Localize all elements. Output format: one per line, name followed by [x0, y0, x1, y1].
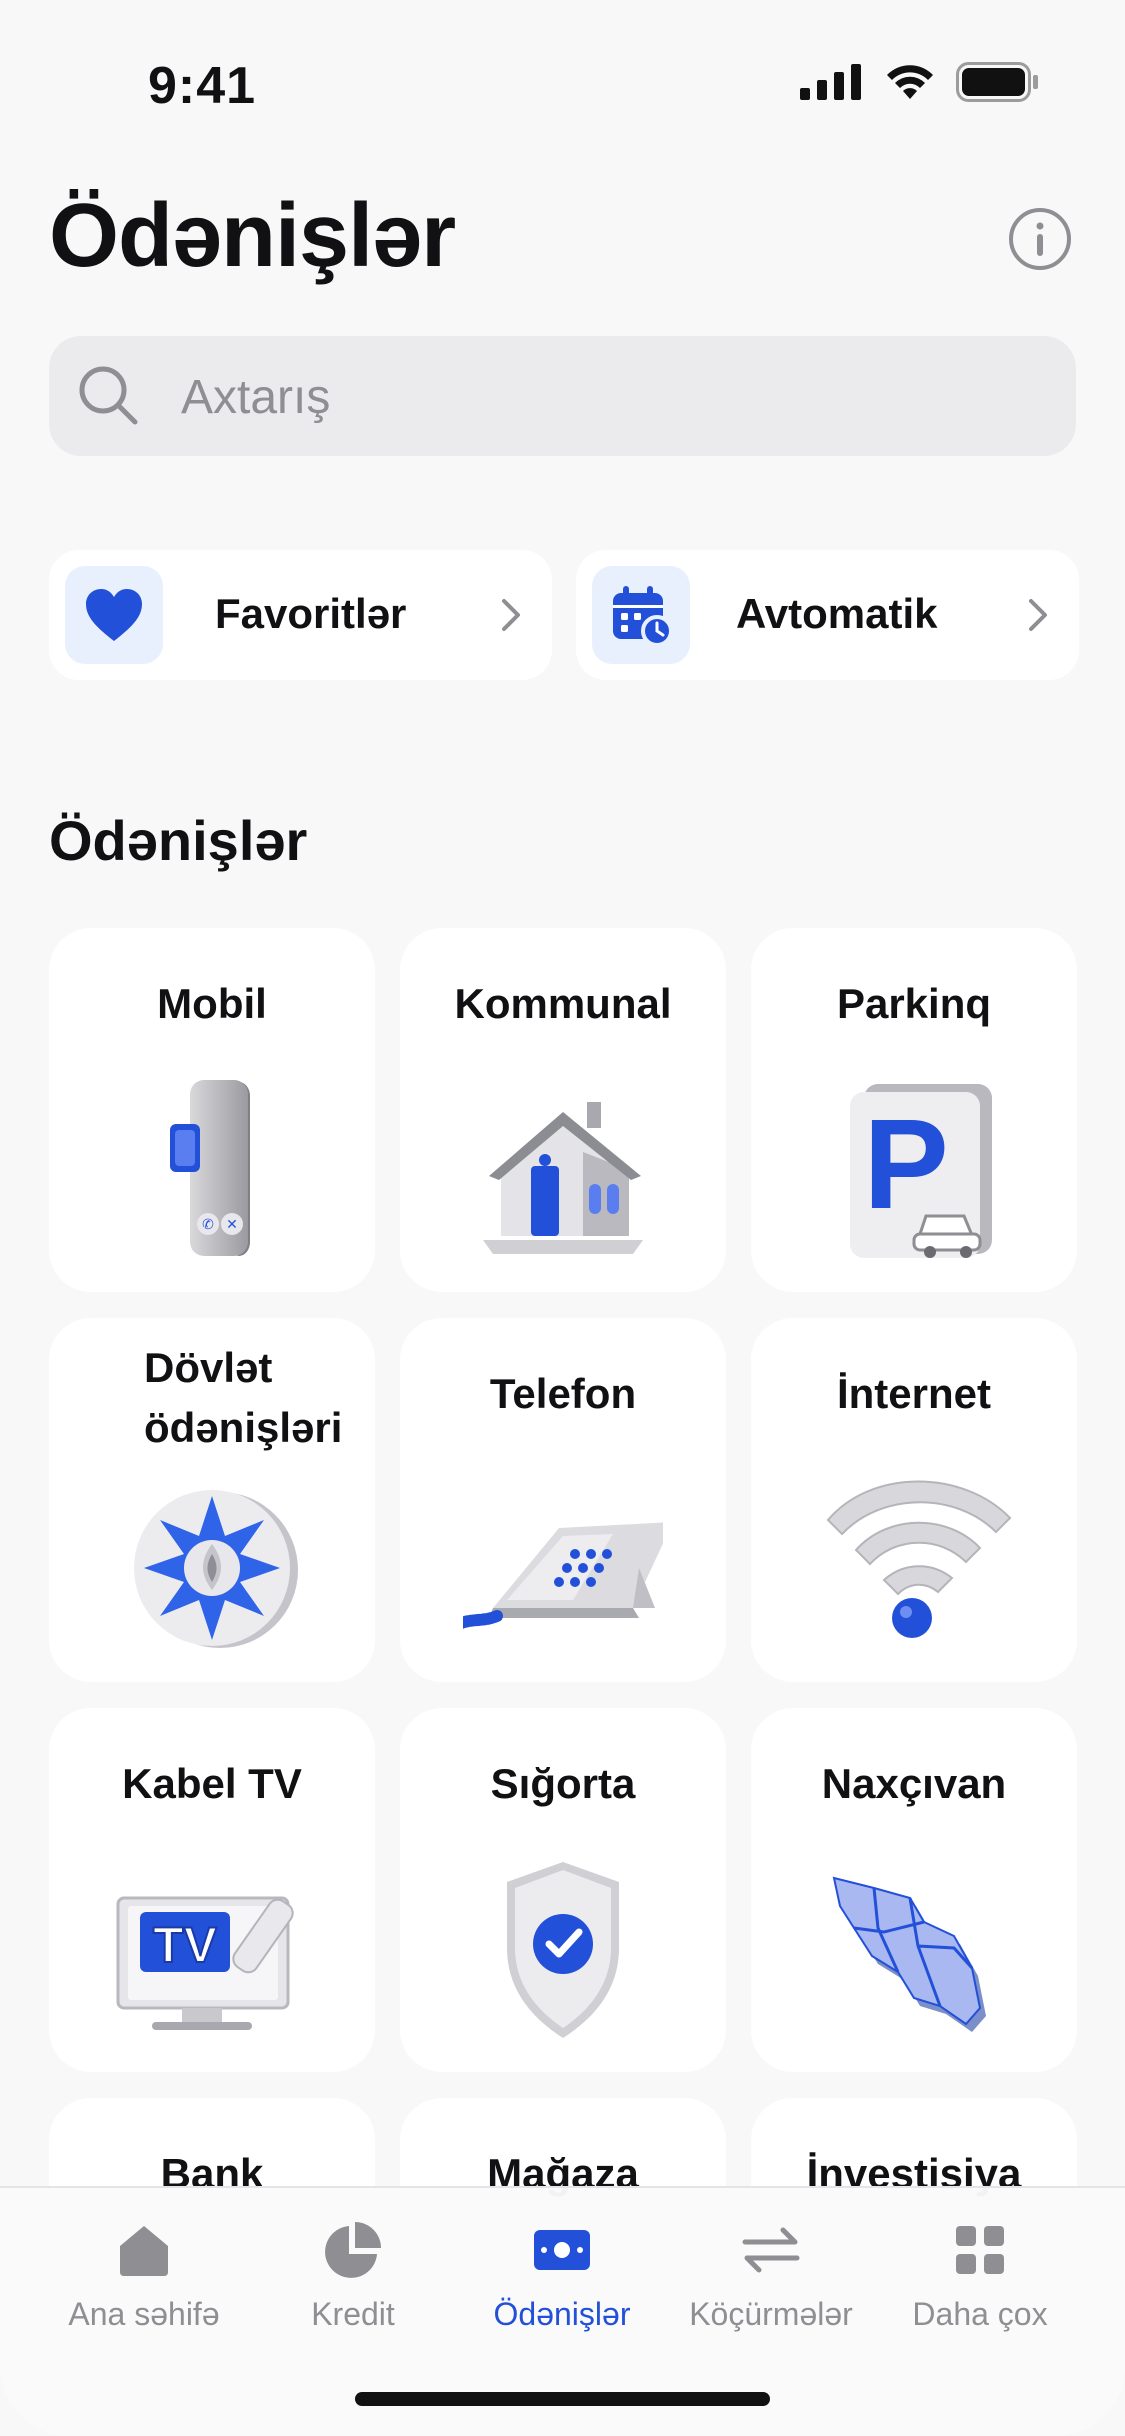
desk-phone-icon: [463, 1522, 663, 1629]
chevron-right-icon: [1029, 599, 1047, 631]
category-tile-internet[interactable]: İnternet: [751, 1318, 1077, 1682]
category-label: İnternet: [836, 1370, 991, 1417]
tab-label: Köçürmələr: [689, 2296, 853, 2332]
svg-text:✕: ✕: [226, 1216, 238, 1232]
category-tile-kabel-tv[interactable]: Kabel TV TV: [49, 1708, 375, 2072]
page-title: Ödənişlər: [49, 186, 456, 286]
wifi-status-icon: [887, 65, 933, 99]
automatic-card[interactable]: Avtomatik: [576, 550, 1079, 680]
category-tile-mobil[interactable]: Mobil ✆ ✕: [49, 928, 375, 1292]
favorites-label: Favoritlər: [215, 590, 407, 637]
category-label: Telefon: [489, 1370, 637, 1417]
category-tile-parkinq[interactable]: Parkinq P: [751, 928, 1077, 1292]
tab-kocurmeler[interactable]: Köçürmələr: [666, 2218, 876, 2348]
category-tile-naxcivan[interactable]: Naxçıvan: [751, 1708, 1077, 2072]
category-label: Parkinq: [836, 980, 992, 1027]
wifi-icon: [826, 1480, 1012, 1638]
tab-odenisler[interactable]: Ödənişlər: [457, 2218, 667, 2348]
automatic-icon-box: [592, 566, 690, 664]
heart-icon: [86, 589, 142, 641]
home-indicator: [355, 2392, 770, 2406]
search-input[interactable]: [179, 356, 1043, 438]
category-label: Kommunal: [454, 980, 672, 1027]
category-tile-dovlet-odenisleri[interactable]: Dövlət ödənişləri: [49, 1318, 375, 1682]
grid-icon: [956, 2226, 1004, 2274]
category-tile-sigorta[interactable]: Sığorta: [400, 1708, 726, 2072]
automatic-label: Avtomatik: [736, 590, 938, 637]
category-tile-telefon[interactable]: Telefon: [400, 1318, 726, 1682]
mobile-phone-icon: ✆ ✕: [170, 1080, 250, 1256]
category-tile-kommunal[interactable]: Kommunal: [400, 928, 726, 1292]
status-icons: [800, 62, 1040, 102]
category-label: Sığorta: [490, 1760, 636, 1807]
search-bar[interactable]: [49, 336, 1076, 456]
calendar-clock-icon: [613, 586, 673, 647]
state-emblem-icon: [134, 1490, 298, 1648]
chevron-right-icon: [502, 599, 520, 631]
battery-icon: [956, 62, 1038, 102]
tab-label: Ödənişlər: [493, 2296, 631, 2332]
tab-label: Ana səhifə: [68, 2296, 220, 2332]
payments-icon: [534, 2230, 590, 2270]
house-icon: [483, 1102, 643, 1254]
tab-label: Daha çox: [912, 2296, 1048, 2332]
favorites-icon-box: [65, 566, 163, 664]
tab-label: Kredit: [311, 2296, 395, 2332]
tv-icon: TV: [116, 1896, 294, 2030]
section-title: Ödənişlər: [49, 809, 308, 872]
category-label: Mobil: [157, 980, 267, 1027]
tab-kredit[interactable]: Kredit: [248, 2218, 458, 2348]
search-icon: [79, 366, 138, 425]
transfer-arrows-icon: [742, 2227, 800, 2273]
info-icon[interactable]: [1008, 207, 1072, 271]
phone-screen: 9:41 Ödənişlər Axtarış Favoritlər Avtoma…: [0, 0, 1125, 2436]
tab-daha-cox[interactable]: Daha çox: [875, 2218, 1085, 2348]
parking-icon: P: [850, 1084, 992, 1258]
svg-text:✆: ✆: [202, 1216, 214, 1232]
favorites-card[interactable]: Favoritlər: [49, 550, 552, 680]
category-label: Naxçıvan: [821, 1760, 1007, 1807]
tab-ana-sehife[interactable]: Ana səhifə: [39, 2218, 249, 2348]
pie-chart-icon: [325, 2222, 381, 2278]
shield-check-icon: [507, 1862, 619, 2038]
home-icon: [120, 2226, 168, 2276]
map-icon: [832, 1876, 986, 2032]
svg-text:TV: TV: [153, 1917, 218, 1973]
cellular-signal-icon: [800, 64, 861, 100]
status-time: 9:41: [148, 57, 257, 115]
category-label: Dövlət ödənişləri: [144, 1344, 343, 1451]
category-label: Kabel TV: [122, 1760, 302, 1807]
